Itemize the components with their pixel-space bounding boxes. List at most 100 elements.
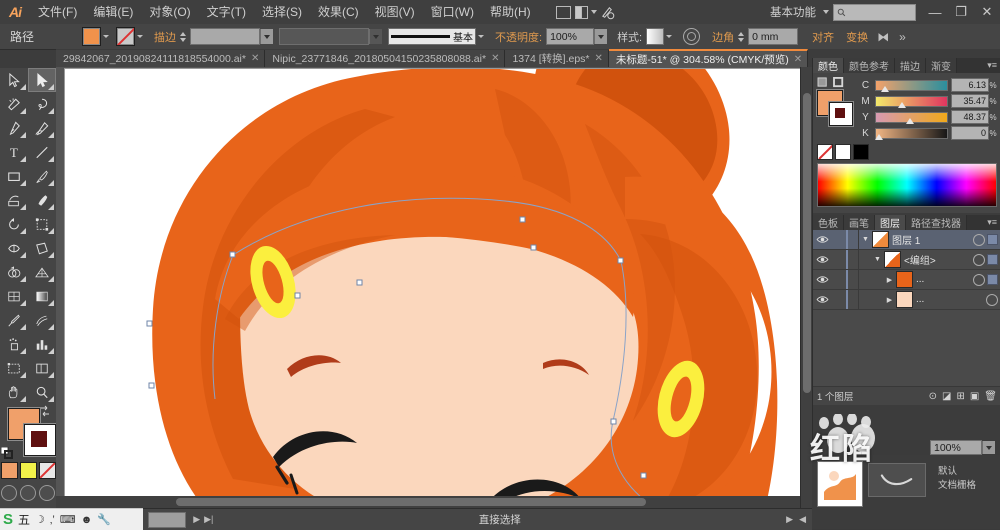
layer-visibility-icon-2[interactable] [813, 255, 831, 264]
artboard[interactable] [64, 68, 801, 508]
locate-object-icon[interactable]: ⊙ [929, 391, 937, 402]
layer-select-square-3[interactable] [987, 274, 998, 285]
workspace-label[interactable]: 基本功能 [766, 4, 820, 20]
style-chevron-down-icon[interactable] [664, 28, 673, 45]
layer-expand-chevron-right-icon-4[interactable]: ▶ [859, 296, 896, 304]
value-c[interactable]: 6.13 [951, 78, 989, 92]
layer-name-3[interactable]: ... [916, 274, 973, 285]
tab-stroke[interactable]: 描边 [895, 58, 926, 73]
layer-target-dot-2[interactable] [973, 253, 985, 266]
tools-icon[interactable]: 🔧 [97, 513, 111, 526]
blob-brush-tool[interactable] [28, 188, 56, 212]
layers-panel-menu-icon[interactable]: ▾≡ [983, 215, 1000, 230]
magic-wand-tool[interactable] [0, 92, 28, 116]
document-tab-1-close-icon[interactable]: ✕ [251, 53, 259, 64]
column-graph-tool[interactable] [28, 332, 56, 356]
stroke-weight-stepper[interactable] [180, 29, 188, 45]
lasso-tool[interactable] [28, 92, 56, 116]
menu-file[interactable]: 文件(F) [30, 0, 85, 24]
new-sublayer-icon[interactable]: ⊞ [956, 391, 964, 402]
last-artboard-button[interactable]: ▶| [204, 514, 213, 525]
fill-chevron-down-icon[interactable] [101, 28, 110, 45]
slider-m[interactable] [875, 95, 948, 107]
emoji-icon[interactable]: ☻ [81, 514, 93, 526]
canvas-area[interactable] [56, 67, 812, 508]
shaper-tool[interactable] [0, 188, 28, 212]
document-tab-1[interactable]: 29842067_20190824111818554000.ai* ✕ [56, 50, 266, 67]
default-fill-stroke-icon[interactable] [0, 446, 13, 459]
scale-tool[interactable] [28, 212, 56, 236]
menu-help[interactable]: 帮助(H) [482, 0, 539, 24]
menu-select[interactable]: 选择(S) [254, 0, 310, 24]
hand-tool[interactable] [0, 380, 28, 404]
menu-object[interactable]: 对象(O) [141, 0, 198, 24]
swap-fill-stroke-icon[interactable] [39, 404, 53, 418]
slider-c[interactable] [875, 79, 948, 94]
layer-target-dot-4[interactable] [986, 293, 998, 306]
artboard-tool[interactable] [0, 356, 28, 380]
slider-y[interactable] [875, 111, 948, 123]
layer-name-2[interactable]: <编组> [904, 252, 973, 267]
slider-k-knob[interactable] [875, 134, 884, 142]
color-swatch-button[interactable] [0, 462, 18, 479]
stroke-profile-chevron-down-icon[interactable] [369, 29, 382, 44]
color-panel-menu-icon[interactable]: ▾≡ [983, 58, 1000, 73]
stroke-swatch[interactable] [116, 27, 135, 46]
document-tab-3-close-icon[interactable]: ✕ [595, 53, 603, 64]
slider-k[interactable] [875, 127, 948, 142]
panel-zoom-chevron-down-icon[interactable] [982, 441, 995, 454]
blend-tool[interactable] [28, 308, 56, 332]
menu-type[interactable]: 文字(T) [199, 0, 254, 24]
document-tab-4[interactable]: 未标题-51* @ 304.58% (CMYK/预览) ✕ [608, 49, 809, 67]
none-color-button[interactable] [817, 144, 833, 160]
corner-label[interactable]: 边角 [708, 29, 738, 45]
stroke-color-swatch[interactable] [24, 424, 56, 456]
perspective-grid-tool[interactable] [28, 260, 56, 284]
layer-row-2[interactable]: ▼ <编组> [813, 250, 1000, 270]
arrange-documents-icon[interactable] [553, 0, 575, 24]
pen-tool[interactable] [0, 116, 28, 140]
new-layer-icon[interactable]: ▣ [970, 391, 979, 402]
color-panel-swatches[interactable] [817, 90, 853, 126]
draw-inside-button[interactable] [39, 485, 55, 501]
layer-row-1[interactable]: ▼ 图层 1 [813, 230, 1000, 250]
draw-normal-button[interactable] [1, 485, 17, 501]
none-swatch-button[interactable] [38, 462, 56, 479]
align-button[interactable]: 对齐 [808, 29, 838, 45]
symbol-thumbnail[interactable] [817, 461, 863, 507]
gradient-swatch-button[interactable] [19, 462, 37, 479]
document-tab-3[interactable]: 1374 [转换].eps* ✕ [505, 50, 609, 67]
layer-name-1[interactable]: 图层 1 [892, 232, 973, 247]
document-tab-4-close-icon[interactable]: ✕ [794, 54, 802, 65]
opacity-label[interactable]: 不透明度: [491, 29, 546, 45]
corner-field[interactable]: 0 mm [748, 28, 799, 45]
layer-expand-chevron-down-icon-2[interactable]: ▼ [859, 256, 884, 263]
document-tab-2-close-icon[interactable]: ✕ [491, 53, 499, 64]
horizontal-scroll-thumb[interactable] [176, 498, 646, 506]
transform-button[interactable]: 变换 [842, 29, 872, 45]
brush-stroke-button[interactable] [868, 463, 926, 497]
selection-tool[interactable] [0, 68, 28, 92]
layer-select-square-1[interactable] [987, 234, 998, 245]
layer-target-1[interactable] [973, 233, 1000, 246]
color-panel-stroke-swatch[interactable] [829, 102, 853, 126]
menu-window[interactable]: 窗口(W) [423, 0, 482, 24]
maximize-button[interactable]: ❐ [948, 0, 974, 24]
next-artboard-button[interactable]: ▶ [193, 514, 200, 525]
layer-row-3[interactable]: ▶ ... [813, 270, 1000, 290]
layer-target-3[interactable] [973, 273, 1000, 286]
opacity-field[interactable]: 100% [546, 28, 595, 45]
slider-c-knob[interactable] [881, 86, 890, 94]
line-segment-tool[interactable] [28, 140, 56, 164]
canvas-horizontal-scrollbar[interactable] [56, 496, 800, 508]
layer-target-dot-3[interactable] [973, 273, 985, 286]
artwork-illustration[interactable] [65, 69, 800, 508]
stroke-chevron-down-icon[interactable] [135, 28, 144, 45]
brush-chevron-down-icon[interactable] [476, 28, 485, 45]
paintbrush-tool[interactable] [28, 164, 56, 188]
brush-definition-picker[interactable]: 基本 [388, 28, 476, 45]
tab-color-guide[interactable]: 颜色参考 [844, 58, 895, 73]
layer-target-2[interactable] [973, 253, 1000, 266]
vertical-scroll-thumb[interactable] [803, 93, 811, 393]
recolor-artwork-icon[interactable] [683, 28, 701, 45]
